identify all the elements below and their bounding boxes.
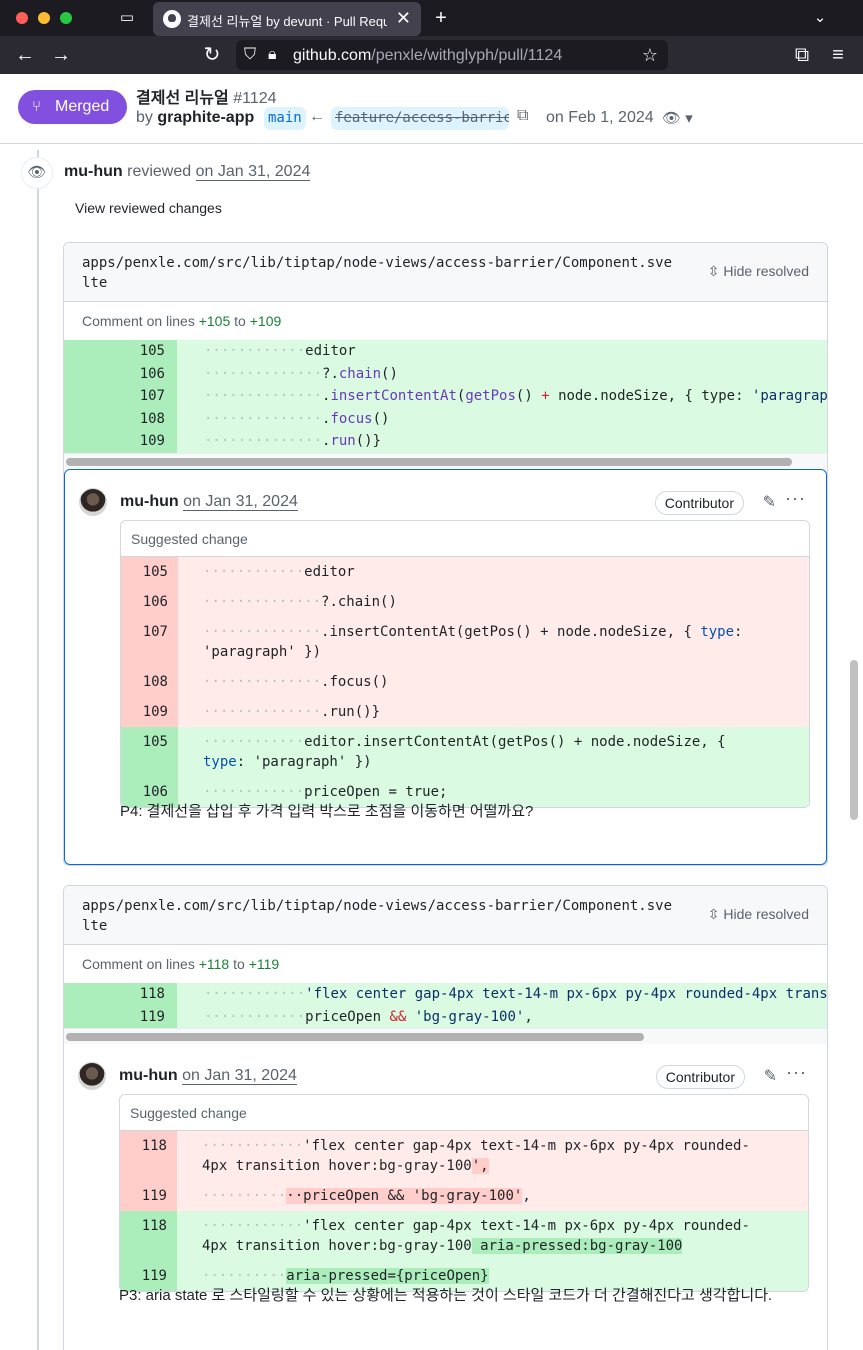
- pencil-icon[interactable]: ✎: [763, 492, 776, 512]
- comment-author-link[interactable]: mu-hun: [120, 493, 179, 510]
- review-thread: apps/penxle.com/src/lib/tiptap/node-view…: [63, 242, 828, 866]
- copy-icon[interactable]: ⧉: [517, 107, 528, 125]
- shield-icon[interactable]: ⛉: [244, 44, 256, 66]
- diff-line: 118 ············'flex center gap-4px text…: [64, 983, 827, 1006]
- file-path[interactable]: apps/penxle.com/src/lib/tiptap/node-view…: [82, 253, 672, 293]
- extensions-icon[interactable]: ⧉: [788, 36, 816, 74]
- left-arrow-icon: ←: [309, 108, 325, 125]
- contributor-badge: Contributor: [654, 490, 744, 515]
- git-merge-icon: ⑂: [32, 98, 42, 115]
- suggested-change-label: Suggested change: [121, 520, 809, 557]
- comment-date-link[interactable]: on Jan 31, 2024: [182, 1067, 297, 1086]
- diff-line: 105 ············editor: [64, 340, 827, 363]
- browser-nav-bar: ← → ↻ ⛉ 🔒︎ github.com/penxle/withglyph/p…: [0, 36, 863, 74]
- comment-header: mu-hun on Jan 31, 2024: [120, 492, 298, 511]
- diff-line: 109 ··············.run()}: [64, 430, 827, 453]
- github-favicon-icon: [163, 10, 181, 28]
- pr-title: 결제선 리뉴얼 #1124: [136, 90, 277, 107]
- review-header: mu-hun reviewed on Jan 31, 2024: [64, 163, 311, 181]
- suggestion-deleted-line: 107 ··············.insertContentAt(getPos…: [121, 616, 809, 667]
- merged-state-badge: ⑂ Merged: [18, 90, 127, 124]
- review-thread: apps/penxle.com/src/lib/tiptap/node-view…: [63, 885, 828, 1350]
- comment-header: mu-hun on Jan 31, 2024: [119, 1067, 297, 1086]
- window-close-button[interactable]: [16, 12, 28, 24]
- forward-arrow-icon[interactable]: →: [47, 36, 75, 74]
- horizontal-scrollbar[interactable]: [64, 1028, 827, 1045]
- review-date-link[interactable]: on Jan 31, 2024: [195, 163, 311, 181]
- fold-icon: ⇳: [707, 906, 720, 922]
- file-header: apps/penxle.com/src/lib/tiptap/node-view…: [64, 243, 827, 302]
- pencil-icon[interactable]: ✎: [764, 1066, 777, 1086]
- suggested-change: Suggested change 105 ············editor 1…: [120, 519, 810, 808]
- suggestion-added-line: 118 ············'flex center gap-4px text…: [120, 1211, 808, 1262]
- file-path[interactable]: apps/penxle.com/src/lib/tiptap/node-view…: [82, 896, 672, 936]
- suggestion-deleted-line: 109 ··············.run()}: [121, 696, 809, 727]
- url-text[interactable]: github.com/penxle/withglyph/pull/1124: [293, 47, 562, 65]
- browser-tab[interactable]: 결제선 리뉴얼 by devunt · Pull Request ✕: [153, 2, 421, 36]
- pr-date: on Feb 1, 2024: [546, 109, 654, 126]
- diff-line: 106 ··············?.chain(): [64, 362, 827, 386]
- fold-icon: ⇳: [707, 263, 720, 279]
- tab-title: 결제선 리뉴얼 by devunt · Pull Request: [187, 14, 387, 29]
- window-minimize-button[interactable]: [38, 12, 50, 24]
- timeline-line: [37, 150, 39, 1350]
- reload-icon[interactable]: ↻: [198, 36, 226, 74]
- hide-resolved-button[interactable]: ⇳ Hide resolved: [708, 906, 809, 923]
- tab-overview-icon[interactable]: ▭: [114, 0, 140, 36]
- diff-hunk: 118 ············'flex center gap-4px text…: [64, 983, 827, 1029]
- suggested-change: Suggested change 118 ············'flex ce…: [119, 1094, 809, 1293]
- comment-on-lines: Comment on lines +118 to +119: [82, 956, 280, 972]
- comment-body: P3: aria state 로 스타일링할 수 있는 상황에는 적용하는 것이…: [119, 1287, 773, 1305]
- file-header: apps/penxle.com/src/lib/tiptap/node-view…: [64, 886, 827, 945]
- avatar[interactable]: [78, 1062, 106, 1091]
- suggestion-added-line: 105 ············editor.insertContentAt(ge…: [121, 726, 809, 777]
- review-comment: mu-hun on Jan 31, 2024 Contributor ✎ ···…: [64, 1044, 827, 1350]
- hide-resolved-button[interactable]: ⇳ Hide resolved: [708, 263, 809, 280]
- pr-author-link[interactable]: graphite-app: [157, 109, 254, 126]
- diff-hunk: 105 ············editor 106 ··············?…: [64, 340, 827, 453]
- comment-date-link[interactable]: on Jan 31, 2024: [183, 492, 298, 511]
- review-comment: mu-hun on Jan 31, 2024 Contributor ✎ ···…: [64, 468, 827, 865]
- comment-on-lines: Comment on lines +105 to +109: [82, 313, 282, 329]
- browser-tab-bar: ▭ 결제선 리뉴얼 by devunt · Pull Request ✕ + ⌄: [0, 0, 863, 36]
- page-scrollbar[interactable]: [850, 660, 858, 820]
- contributor-badge: Contributor: [655, 1065, 745, 1090]
- pr-byline: by graphite-app: [136, 109, 255, 126]
- suggestion-deleted-line: 106 ··············?.chain(): [121, 586, 809, 617]
- kebab-icon[interactable]: ···: [786, 1062, 807, 1083]
- comment-author-link[interactable]: mu-hun: [119, 1067, 178, 1084]
- suggestion-deleted-line: 119 ············priceOpen && 'bg-gray-100…: [120, 1181, 808, 1212]
- chevron-down-icon[interactable]: ⌄: [806, 0, 834, 36]
- view-reviewed-changes-link[interactable]: View reviewed changes: [75, 200, 222, 216]
- window-zoom-button[interactable]: [60, 12, 72, 24]
- url-bar[interactable]: ⛉ 🔒︎ github.com/penxle/withglyph/pull/11…: [236, 40, 668, 70]
- diff-line: 108 ··············.focus(): [64, 407, 827, 431]
- lock-icon[interactable]: 🔒︎: [268, 44, 277, 66]
- diff-line: 119 ············priceOpen && 'bg-gray-100…: [64, 1005, 827, 1029]
- menu-icon[interactable]: ≡: [824, 36, 852, 74]
- eye-icon: 👁︎: [21, 157, 53, 189]
- suggestion-deleted-line: 105 ············editor: [121, 556, 809, 587]
- comment-body: P4: 결제선을 삽입 후 가격 입력 박스로 초점을 이동하면 어떨까요?: [120, 802, 534, 820]
- star-icon[interactable]: ☆: [642, 44, 658, 66]
- base-branch[interactable]: main: [264, 107, 306, 130]
- back-arrow-icon[interactable]: ←: [11, 36, 39, 74]
- horizontal-scrollbar[interactable]: [64, 452, 827, 469]
- eye-icon[interactable]: 👁︎ ▾: [662, 109, 693, 127]
- kebab-icon[interactable]: ···: [785, 488, 806, 509]
- reviewer-link[interactable]: mu-hun: [64, 163, 123, 180]
- suggestion-deleted-line: 118 ············'flex center gap-4px text…: [120, 1131, 808, 1182]
- suggested-change-label: Suggested change: [120, 1095, 808, 1132]
- diff-line: 107 ··············.insertContentAt(getPos…: [64, 385, 827, 408]
- close-icon[interactable]: ✕: [396, 8, 411, 28]
- suggestion-deleted-line: 108 ··············.focus(): [121, 666, 809, 697]
- new-tab-icon[interactable]: +: [428, 0, 454, 36]
- avatar[interactable]: [79, 487, 107, 516]
- head-branch[interactable]: feature/access-barrier: [331, 107, 509, 130]
